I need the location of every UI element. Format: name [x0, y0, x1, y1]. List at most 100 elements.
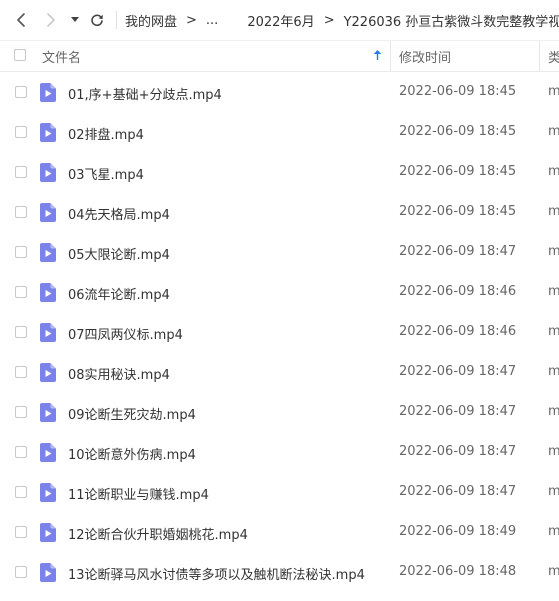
video-file-icon: [40, 163, 56, 182]
file-row[interactable]: 05大限论断.mp4 2022-06-09 18:47 m: [0, 232, 559, 272]
video-file-icon: [40, 563, 56, 582]
breadcrumb-separator: >: [186, 12, 197, 28]
video-file-icon: [40, 323, 56, 342]
row-checkbox[interactable]: [15, 446, 27, 458]
row-checkbox[interactable]: [15, 126, 27, 138]
column-header-modified-time[interactable]: 修改时间: [399, 47, 451, 66]
row-checkbox[interactable]: [15, 326, 27, 338]
file-modified-time: 2022-06-09 18:47: [399, 244, 517, 259]
file-row[interactable]: 08实用秘诀.mp4 2022-06-09 18:47 m: [0, 352, 559, 392]
file-type: m: [548, 244, 559, 259]
select-all-checkbox[interactable]: [14, 49, 26, 61]
file-modified-time: 2022-06-09 18:49: [399, 524, 517, 539]
row-checkbox[interactable]: [15, 246, 27, 258]
column-header-name[interactable]: 文件名: [42, 47, 81, 66]
file-type: m: [548, 364, 559, 379]
file-type: m: [548, 444, 559, 459]
file-modified-time: 2022-06-09 18:45: [399, 84, 517, 99]
file-name[interactable]: 08实用秘诀.mp4: [68, 364, 170, 383]
file-type: m: [548, 564, 559, 579]
toolbar-divider: [116, 11, 117, 29]
row-checkbox[interactable]: [15, 566, 27, 578]
file-type: m: [548, 84, 559, 99]
file-name[interactable]: 03飞星.mp4: [68, 164, 144, 183]
row-checkbox[interactable]: [15, 86, 27, 98]
file-name[interactable]: 11论断职业与赚钱.mp4: [68, 484, 209, 503]
file-name[interactable]: 09论断生死灾劫.mp4: [68, 404, 196, 423]
chevron-right-icon: [45, 12, 57, 28]
video-file-icon: [40, 403, 56, 422]
file-row[interactable]: 02排盘.mp4 2022-06-09 18:45 m: [0, 112, 559, 152]
column-header-type[interactable]: 类: [548, 47, 559, 66]
file-name[interactable]: 13论断驿马风水讨债等多项以及触机断法秘诀.mp4: [68, 564, 365, 583]
toolbar: 我的网盘 > ... 2022年6月 > Y226036 孙亘古紫微斗数完整教学…: [0, 0, 559, 41]
video-file-icon: [40, 203, 56, 222]
file-row[interactable]: 06流年论断.mp4 2022-06-09 18:46 m: [0, 272, 559, 312]
back-button[interactable]: [6, 0, 36, 40]
video-file-icon: [40, 243, 56, 262]
breadcrumb-item-ellipsis[interactable]: ...: [206, 13, 218, 28]
file-type: m: [548, 524, 559, 539]
file-modified-time: 2022-06-09 18:46: [399, 284, 517, 299]
file-type: m: [548, 404, 559, 419]
file-name[interactable]: 12论断合伙升职婚姻桃花.mp4: [68, 524, 248, 543]
file-name[interactable]: 06流年论断.mp4: [68, 284, 170, 303]
file-row[interactable]: 11论断职业与赚钱.mp4 2022-06-09 18:47 m: [0, 472, 559, 512]
file-name[interactable]: 04先天格局.mp4: [68, 204, 170, 223]
file-modified-time: 2022-06-09 18:47: [399, 404, 517, 419]
file-type: m: [548, 124, 559, 139]
file-modified-time: 2022-06-09 18:46: [399, 324, 517, 339]
file-type: m: [548, 204, 559, 219]
history-dropdown-button[interactable]: [66, 0, 84, 40]
file-row[interactable]: 13论断驿马风水讨债等多项以及触机断法秘诀.mp4 2022-06-09 18:4…: [0, 552, 559, 592]
row-checkbox[interactable]: [15, 286, 27, 298]
file-name[interactable]: 01,序+基础+分歧点.mp4: [68, 84, 222, 103]
file-type: m: [548, 164, 559, 179]
breadcrumb-separator: >: [323, 12, 335, 28]
refresh-button[interactable]: [84, 0, 110, 40]
file-modified-time: 2022-06-09 18:47: [399, 484, 517, 499]
file-row[interactable]: 07四凤两仪标.mp4 2022-06-09 18:46 m: [0, 312, 559, 352]
video-file-icon: [40, 83, 56, 102]
file-name[interactable]: 05大限论断.mp4: [68, 244, 170, 263]
breadcrumb-item-month[interactable]: 2022年6月: [247, 11, 314, 30]
file-name[interactable]: 10论断意外伤病.mp4: [68, 444, 196, 463]
file-row[interactable]: 10论断意外伤病.mp4 2022-06-09 18:47 m: [0, 432, 559, 472]
file-row[interactable]: 09论断生死灾劫.mp4 2022-06-09 18:47 m: [0, 392, 559, 432]
column-divider[interactable]: [539, 41, 540, 71]
video-file-icon: [40, 123, 56, 142]
video-file-icon: [40, 283, 56, 302]
row-checkbox[interactable]: [15, 166, 27, 178]
file-type: m: [548, 324, 559, 339]
file-row[interactable]: 12论断合伙升职婚姻桃花.mp4 2022-06-09 18:49 m: [0, 512, 559, 552]
column-divider[interactable]: [390, 41, 391, 71]
file-modified-time: 2022-06-09 18:45: [399, 164, 517, 179]
video-file-icon: [40, 443, 56, 462]
refresh-icon: [90, 13, 104, 27]
row-checkbox[interactable]: [15, 526, 27, 538]
file-list: 01,序+基础+分歧点.mp4 2022-06-09 18:45 m 02排盘.mp4…: [0, 72, 559, 592]
breadcrumb-item-my-drive[interactable]: 我的网盘: [125, 11, 177, 30]
row-checkbox[interactable]: [15, 486, 27, 498]
file-row[interactable]: 01,序+基础+分歧点.mp4 2022-06-09 18:45 m: [0, 72, 559, 112]
video-file-icon: [40, 523, 56, 542]
video-file-icon: [40, 483, 56, 502]
row-checkbox[interactable]: [15, 206, 27, 218]
row-checkbox[interactable]: [15, 366, 27, 378]
forward-button[interactable]: [36, 0, 66, 40]
file-modified-time: 2022-06-09 18:45: [399, 124, 517, 139]
file-type: m: [548, 284, 559, 299]
video-file-icon: [40, 363, 56, 382]
breadcrumb: 我的网盘 > ... 2022年6月 > Y226036 孙亘古紫微斗数完整教学…: [125, 11, 559, 30]
file-row[interactable]: 04先天格局.mp4 2022-06-09 18:45 m: [0, 192, 559, 232]
file-modified-time: 2022-06-09 18:48: [399, 564, 517, 579]
row-checkbox[interactable]: [15, 406, 27, 418]
file-list-header: 文件名 修改时间 类: [0, 41, 559, 72]
file-name[interactable]: 07四凤两仪标.mp4: [68, 324, 183, 343]
breadcrumb-item-current-folder[interactable]: Y226036 孙亘古紫微斗数完整教学视频讲座: [344, 11, 559, 30]
file-row[interactable]: 03飞星.mp4 2022-06-09 18:45 m: [0, 152, 559, 192]
caret-down-icon: [71, 17, 79, 23]
file-modified-time: 2022-06-09 18:45: [399, 204, 517, 219]
file-name[interactable]: 02排盘.mp4: [68, 124, 144, 143]
arrow-up-icon[interactable]: [373, 49, 382, 65]
